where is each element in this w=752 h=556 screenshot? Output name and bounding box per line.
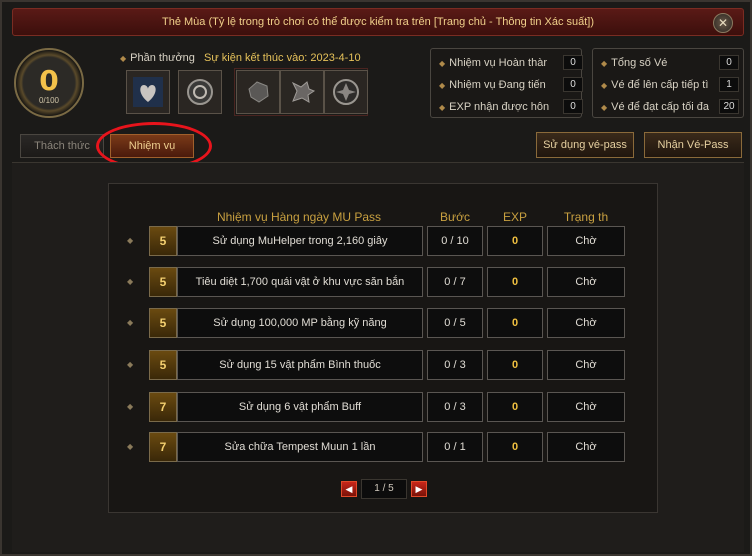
seal-icon [333,79,359,105]
prev-page-button[interactable]: ◀ [341,481,357,497]
dragon-icon [291,81,316,103]
bullet-icon: ◆ [127,402,134,411]
header-exp: EXP [502,210,527,224]
mission-exp: 0 [487,226,543,256]
reward-slot-stone[interactable] [236,70,280,114]
stat-completed: ◆ Nhiệm vụ Hoàn thàr 0 [439,55,583,70]
stone-icon [248,81,269,103]
mission-exp: 0 [487,432,543,462]
mission-description: Sử dụng 6 vật phẩm Buff [177,392,423,422]
mission-description: Sử dụng 15 vật phẩm Bình thuốc [177,350,423,380]
mission-level: 5 [149,226,177,256]
close-button[interactable]: ✕ [713,13,733,33]
mission-exp: 0 [487,267,543,297]
page-indicator: 1 / 5 [361,479,407,499]
rewards-label: ◆ Phần thưởng [120,52,195,64]
mission-row: ◆ 5 Tiêu diệt 1,700 quái vật ở khu vực s… [127,267,627,297]
quest-stats-box: ◆ Nhiệm vụ Hoàn thàr 0 ◆ Nhiệm vụ Đang tiến… [430,48,583,118]
bullet-icon: ◆ [127,318,134,327]
mission-row: ◆ 5 Sử dụng 15 vật phẩm Bình thuốc 0 / 3… [127,350,627,380]
bullet-icon: ◆ [601,59,608,68]
tab-challenge[interactable]: Thách thức [20,134,104,158]
use-pass-button[interactable]: Sử dụng vé-pass [536,132,634,158]
mission-level: 7 [149,392,177,422]
mission-status[interactable]: Chờ [547,392,625,422]
reward-slot-emblem[interactable] [178,70,222,114]
mission-step: 0 / 3 [427,350,483,380]
mission-status[interactable]: Chờ [547,226,625,256]
mission-row: ◆ 7 Sửa chữa Tempest Muun 1 lần 0 / 1 0 … [127,432,627,462]
reward-slot-heart[interactable] [126,70,170,114]
mission-level: 7 [149,432,177,462]
mission-row: ◆ 7 Sử dụng 6 vật phẩm Buff 0 / 3 0 Chờ [127,392,627,422]
bullet-icon: ◆ [120,54,127,63]
mission-step: 0 / 10 [427,226,483,256]
mission-step: 0 / 3 [427,392,483,422]
stat-total-tickets: ◆ Tổng số Vé 0 [601,55,739,70]
mission-exp: 0 [487,392,543,422]
stat-exp-today: ◆ EXP nhận được hôn 0 [439,99,583,114]
bullet-icon: ◆ [127,277,134,286]
mission-exp: 0 [487,350,543,380]
bullet-icon: ◆ [127,360,134,369]
mission-level: 5 [149,350,177,380]
mission-row: ◆ 5 Sử dụng 100,000 MP bằng kỹ năng 0 / … [127,308,627,338]
mission-description: Tiêu diệt 1,700 quái vật ở khu vực săn b… [177,267,423,297]
bullet-icon: ◆ [601,81,608,90]
season-pass-window: Thẻ Mùa (Tỷ lệ trong trò chơi có thể đượ… [0,0,752,556]
summary-area: 0 0/100 ◆ Phần thưởng Sự kiện kết thúc và… [8,42,748,120]
stat-in-progress: ◆ Nhiệm vụ Đang tiến 0 [439,77,583,92]
heart-icon [133,77,163,107]
level-value: 0 [39,64,59,97]
stat-max-level-tickets: ◆ Vé để đạt cấp tối đa 20 [601,99,739,114]
level-orb: 0 0/100 [14,48,84,118]
content-area: Nhiệm vụ Hàng ngày MU Pass Bước EXP Trạn… [12,162,744,552]
bullet-icon: ◆ [601,103,608,112]
mission-step: 0 / 1 [427,432,483,462]
bullet-icon: ◆ [127,442,134,451]
mission-status[interactable]: Chờ [547,267,625,297]
mission-step: 0 / 5 [427,308,483,338]
mission-description: Sử dụng MuHelper trong 2,160 giây [177,226,423,256]
level-progress: 0/100 [38,96,60,105]
mission-step: 0 / 7 [427,267,483,297]
mission-panel: Nhiệm vụ Hàng ngày MU Pass Bước EXP Trạn… [108,183,658,513]
bullet-icon: ◆ [439,81,446,90]
window-title: Thẻ Mùa (Tỷ lệ trong trò chơi có thể đượ… [161,16,595,28]
header-status: Trạng th [563,210,609,224]
mission-level: 5 [149,267,177,297]
reward-slot-seal[interactable] [324,70,368,114]
header-step: Bước [440,210,470,224]
mission-level: 5 [149,308,177,338]
mission-status[interactable]: Chờ [547,350,625,380]
mission-description: Sử dụng 100,000 MP bằng kỹ năng [177,308,423,338]
title-bar: Thẻ Mùa (Tỷ lệ trong trò chơi có thể đượ… [12,8,744,36]
bullet-icon: ◆ [439,103,446,112]
mission-row: ◆ 5 Sử dụng MuHelper trong 2,160 giây 0 … [127,226,627,256]
reward-slot-dragon[interactable] [280,70,324,114]
bullet-icon: ◆ [127,236,134,245]
mission-exp: 0 [487,308,543,338]
ticket-stats-box: ◆ Tổng số Vé 0 ◆ Vé để lên cấp tiếp tì 1 ◆ Vé… [592,48,744,118]
mission-status[interactable]: Chờ [547,432,625,462]
next-page-button[interactable]: ▶ [411,481,427,497]
emblem-icon [187,79,213,105]
event-end-date: Sự kiện kết thúc vào: 2023-4-10 [204,52,361,64]
stat-next-level-tickets: ◆ Vé để lên cấp tiếp tì 1 [601,77,739,92]
mission-description: Sửa chữa Tempest Muun 1 lần [177,432,423,462]
bullet-icon: ◆ [439,59,446,68]
header-mission-title: Nhiệm vụ Hàng ngày MU Pass [216,210,382,224]
mission-status[interactable]: Chờ [547,308,625,338]
get-pass-button[interactable]: Nhận Vé-Pass [644,132,742,158]
